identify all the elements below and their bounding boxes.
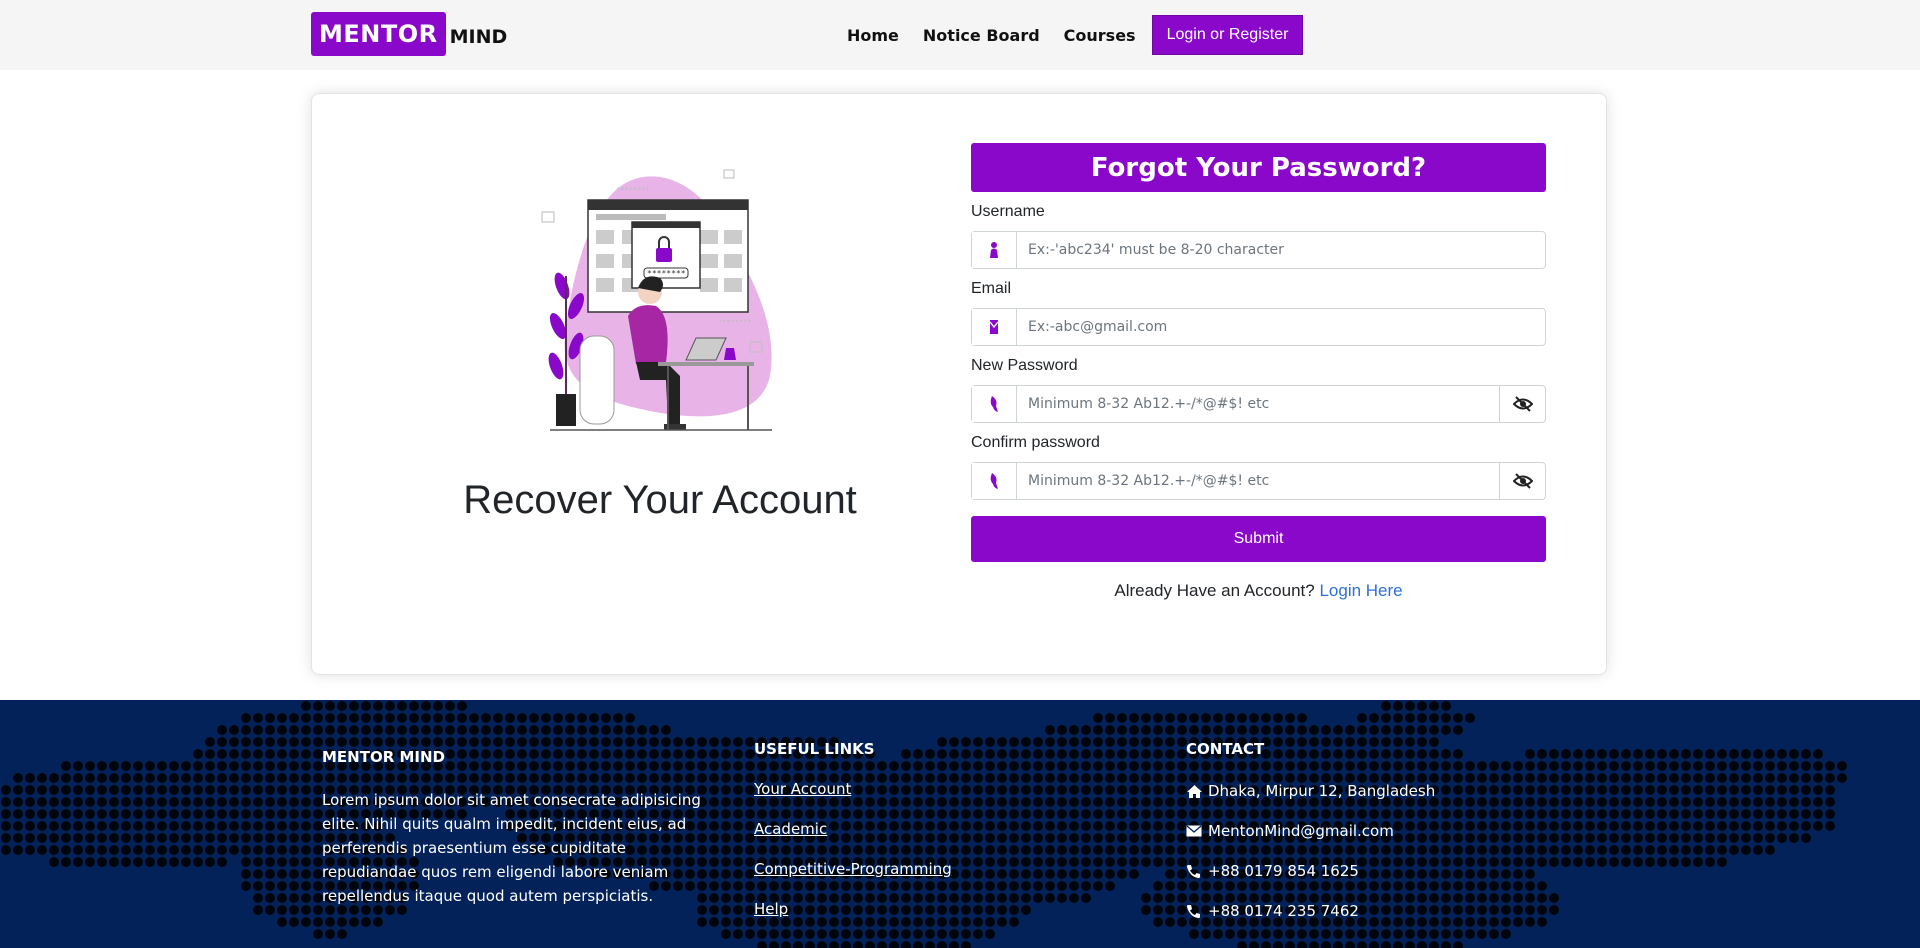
- email-input[interactable]: [1017, 309, 1545, 345]
- confirm-password-input[interactable]: [1017, 463, 1499, 499]
- brand-logo[interactable]: MENTOR MIND: [311, 12, 507, 56]
- contact-phone-1-text: +88 0179 854 1625: [1208, 862, 1359, 880]
- world-map-dots: [1, 701, 1847, 948]
- footer-link-help[interactable]: Help: [754, 900, 952, 922]
- forgot-password-form: Forgot Your Password? Username Email New…: [971, 143, 1546, 601]
- already-text: Already Have an Account?: [1114, 581, 1315, 600]
- username-label: Username: [971, 203, 1045, 220]
- svg-text:********: ********: [718, 318, 752, 326]
- envelope-icon: [1186, 825, 1208, 837]
- login-here-link[interactable]: Login Here: [1319, 581, 1402, 600]
- contact-phone-2: +88 0174 235 7462: [1186, 900, 1435, 922]
- recover-illustration: ******** ******** ********: [541, 169, 772, 431]
- new-password-group: [971, 385, 1546, 423]
- eye-slash-icon[interactable]: [1499, 386, 1545, 422]
- phone-icon: [1186, 864, 1208, 879]
- nav-home[interactable]: Home: [847, 26, 899, 45]
- confirm-password-group: [971, 462, 1546, 500]
- footer-about-heading: MENTOR MIND: [322, 748, 445, 766]
- username-input[interactable]: [1017, 232, 1545, 268]
- footer: MENTOR MIND Lorem ipsum dolor sit amet c…: [0, 700, 1920, 948]
- login-register-button[interactable]: Login or Register: [1151, 15, 1304, 55]
- submit-button[interactable]: Submit: [971, 516, 1546, 562]
- contact-address: Dhaka, Mirpur 12, Bangladesh: [1186, 780, 1435, 802]
- envelope-icon: [972, 309, 1017, 345]
- nav-courses[interactable]: Courses: [1064, 26, 1136, 45]
- new-password-input[interactable]: [1017, 386, 1499, 422]
- footer-links-heading: USEFUL LINKS: [754, 740, 875, 758]
- footer-link-competitive-programming[interactable]: Competitive-Programming: [754, 860, 952, 882]
- nav-links: Home Notice Board Courses Login or Regis…: [832, 15, 1304, 55]
- already-account: Already Have an Account? Login Here: [971, 581, 1546, 601]
- form-title: Forgot Your Password?: [971, 143, 1546, 192]
- phone-icon: [1186, 904, 1208, 919]
- brand-box: MENTOR: [311, 12, 446, 56]
- new-password-label: New Password: [971, 357, 1078, 374]
- email-label: Email: [971, 280, 1012, 297]
- footer-link-academic[interactable]: Academic: [754, 820, 952, 842]
- footer-about-text: Lorem ipsum dolor sit amet consecrate ad…: [322, 791, 701, 905]
- key-icon: [972, 463, 1017, 499]
- footer-contact: CONTACT Dhaka, Mirpur 12, Bangladesh Men…: [1186, 740, 1435, 922]
- brand-text: MIND: [449, 26, 508, 48]
- nav-notice-board[interactable]: Notice Board: [923, 26, 1040, 45]
- footer-contact-heading: CONTACT: [1186, 740, 1265, 758]
- email-group: [971, 308, 1546, 346]
- recover-title: Recover Your Account: [463, 478, 857, 522]
- home-icon: [1186, 784, 1208, 799]
- contact-phone-1: +88 0179 854 1625: [1186, 860, 1435, 882]
- footer-links: USEFUL LINKS Your Account Academic Compe…: [754, 740, 952, 922]
- navbar: MENTOR MIND Home Notice Board Courses Lo…: [0, 0, 1920, 70]
- username-group: [971, 231, 1546, 269]
- confirm-password-label: Confirm password: [971, 434, 1100, 451]
- user-icon: [972, 232, 1017, 268]
- svg-text:********: ********: [616, 186, 650, 194]
- key-icon: [972, 386, 1017, 422]
- contact-address-text: Dhaka, Mirpur 12, Bangladesh: [1208, 782, 1436, 800]
- eye-slash-icon[interactable]: [1499, 463, 1545, 499]
- footer-about: MENTOR MIND Lorem ipsum dolor sit amet c…: [322, 748, 722, 908]
- contact-email-text: MentonMind@gmail.com: [1208, 822, 1394, 840]
- contact-email: MentonMind@gmail.com: [1186, 820, 1435, 842]
- footer-link-your-account[interactable]: Your Account: [754, 780, 952, 802]
- contact-phone-2-text: +88 0174 235 7462: [1208, 902, 1359, 920]
